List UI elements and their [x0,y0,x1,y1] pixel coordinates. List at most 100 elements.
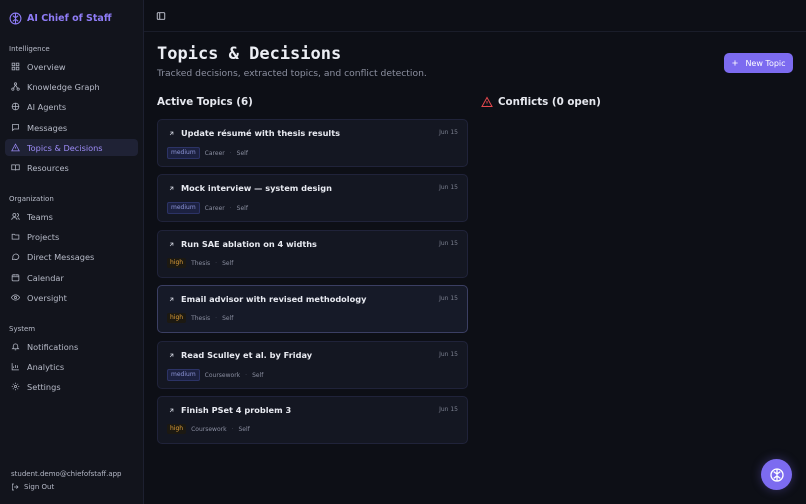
sidebar-item-label: Settings [27,381,61,392]
topic-owner: Self [222,259,234,267]
conflicts-heading-text: Conflicts (0 open) [498,96,601,108]
page-title: Topics & Decisions [157,44,342,64]
priority-badge: high [167,424,187,434]
conflicts-heading: Conflicts (0 open) [481,96,601,108]
topic-title: Update résumé with thesis results [181,128,340,138]
topic-owner: Self [236,204,248,212]
user-email: student.demo@chiefofstaff.app [11,470,122,478]
topic-owner: Self [238,425,250,433]
warning-icon [481,96,493,107]
topic-card[interactable]: Run SAE ablation on 4 widths Jun 15 high… [157,230,468,278]
gear-icon [11,382,20,391]
sidebar-item-analytics[interactable]: Analytics [5,358,138,375]
topic-title-row: Read Sculley et al. by Friday [168,350,312,360]
topic-title: Finish PSet 4 problem 3 [181,405,292,415]
sidebar-item-label: Projects [27,231,60,242]
topic-card[interactable]: Email advisor with revised methodology J… [157,285,468,333]
panel-left-icon [156,11,165,20]
topic-title: Read Sculley et al. by Friday [181,350,313,360]
sidebar-item-oversight[interactable]: Oversight [5,289,138,306]
sidebar-item-resources[interactable]: Resources [5,159,138,176]
active-topics-heading-text: Active Topics (6) [157,96,253,108]
sidebar-item-ai-agents[interactable]: AI Agents [5,98,138,115]
separator-dot: · [231,425,234,433]
arrow-up-right-icon [169,242,174,246]
sidebar-item-label: Messages [27,122,68,133]
topic-meta: high Coursework · Self [167,424,250,434]
topic-category: Coursework [191,425,227,433]
arrow-up-right-icon [169,131,174,135]
sign-out-icon [12,483,19,491]
topic-meta: medium Career · Self [167,147,248,159]
topic-meta: high Thesis · Self [167,258,233,268]
priority-badge: high [167,313,187,323]
topic-date: Jun 15 [439,406,458,413]
topic-date: Jun 15 [439,184,458,191]
sign-out-label: Sign Out [24,483,55,491]
agent-icon [11,102,20,111]
topic-card[interactable]: Update résumé with thesis results Jun 15… [157,119,468,167]
sidebar-item-label: AI Agents [27,101,67,112]
page-subtitle: Tracked decisions, extracted topics, and… [157,68,427,79]
sidebar-item-projects[interactable]: Projects [5,228,138,245]
new-topic-button[interactable]: New Topic [724,53,793,73]
sidebar-item-direct-messages[interactable]: Direct Messages [5,248,138,265]
topic-category: Coursework [204,371,241,379]
brand-name: AI Chief of Staff [27,12,112,24]
sidebar-item-label: Notifications [27,341,79,352]
active-topics-heading: Active Topics (6) [157,96,253,108]
topic-date: Jun 15 [439,129,458,136]
topic-title-row: Update résumé with thesis results [168,128,340,138]
assistant-fab-button[interactable] [761,459,792,490]
brain-icon [769,467,784,482]
bell-icon [11,343,20,351]
sidebar-item-label: Calendar [27,272,64,283]
chat-icon [12,253,20,260]
sidebar-item-overview[interactable]: Overview [5,58,138,75]
topic-category: Thesis [191,314,211,322]
topic-owner: Self [252,371,264,379]
sidebar-item-messages[interactable]: Messages [5,119,138,136]
sidebar-item-label: Analytics [27,361,65,372]
priority-badge: medium [167,202,200,214]
topic-card[interactable]: Finish PSet 4 problem 3 Jun 15 high Cour… [157,396,468,444]
topic-title-row: Email advisor with revised methodology [168,294,366,304]
top-bar [144,0,806,32]
separator-dot: · [215,259,218,267]
sidebar-item-calendar[interactable]: Calendar [5,269,138,286]
sidebar-item-topics-decisions[interactable]: Topics & Decisions [5,139,138,156]
eye-icon [11,294,20,301]
topic-title-row: Mock interview — system design [168,183,332,193]
sidebar-item-knowledge-graph[interactable]: Knowledge Graph [5,78,138,95]
topic-card[interactable]: Mock interview — system design Jun 15 me… [157,174,468,222]
topic-title-row: Run SAE ablation on 4 widths [168,239,317,249]
sidebar-item-notifications[interactable]: Notifications [5,338,138,355]
topic-title: Email advisor with revised methodology [181,294,367,304]
sidebar-item-label: Overview [27,61,66,72]
sidebar-item-teams[interactable]: Teams [5,208,138,225]
separator-dot: · [229,149,232,157]
sidebar-item-label: Oversight [27,292,67,303]
triangle-icon [11,143,20,152]
arrow-up-right-icon [169,186,174,190]
sidebar-item-label: Topics & Decisions [27,142,103,153]
sidebar-item-settings[interactable]: Settings [5,378,138,395]
topic-date: Jun 15 [439,295,458,302]
arrow-up-right-icon [169,353,174,357]
brand[interactable]: AI Chief of Staff [9,11,112,25]
separator-dot: · [229,204,232,212]
sidebar-item-label: Teams [27,211,53,222]
sign-out-button[interactable]: Sign Out [11,483,54,491]
topic-owner: Self [236,149,248,157]
topic-meta: medium Coursework · Self [167,369,263,381]
topic-title: Mock interview — system design [181,183,332,193]
sidebar-toggle-button[interactable] [154,9,167,22]
sidebar-item-label: Direct Messages [27,251,95,262]
graph-icon [11,82,20,91]
section-label-system: System [9,325,36,333]
topic-category: Career [204,204,225,212]
arrow-up-right-icon [169,408,174,412]
separator-dot: · [245,371,248,379]
topic-card[interactable]: Read Sculley et al. by Friday Jun 15 med… [157,341,468,389]
message-icon [12,124,19,132]
